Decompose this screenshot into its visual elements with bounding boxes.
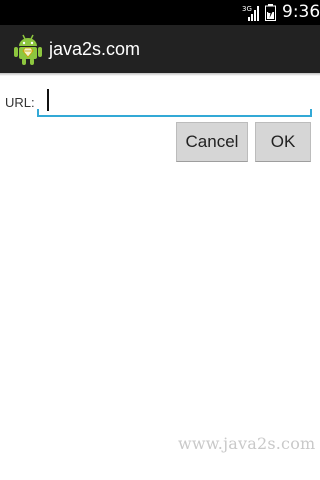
url-input[interactable] (38, 86, 312, 118)
status-bar: 3G 9:36 (0, 0, 320, 25)
url-input-underline-right-tick (310, 109, 312, 117)
signal-icon: 3G (242, 4, 262, 21)
status-clock: 9:36 (282, 2, 320, 22)
url-input-underline-left-tick (37, 109, 39, 117)
url-input-underline (37, 115, 312, 117)
watermark: www.java2s.com (178, 434, 316, 453)
ok-button[interactable]: OK (255, 122, 311, 162)
battery-icon (265, 4, 276, 21)
action-bar-shadow (0, 73, 320, 76)
app-title: java2s.com (49, 39, 141, 59)
network-type-label: 3G (242, 5, 252, 13)
text-cursor (47, 89, 49, 111)
cancel-button[interactable]: Cancel (176, 122, 248, 162)
android-robot-icon[interactable] (14, 33, 42, 65)
url-label: URL: (5, 95, 35, 110)
action-bar: java2s.com (0, 25, 320, 73)
